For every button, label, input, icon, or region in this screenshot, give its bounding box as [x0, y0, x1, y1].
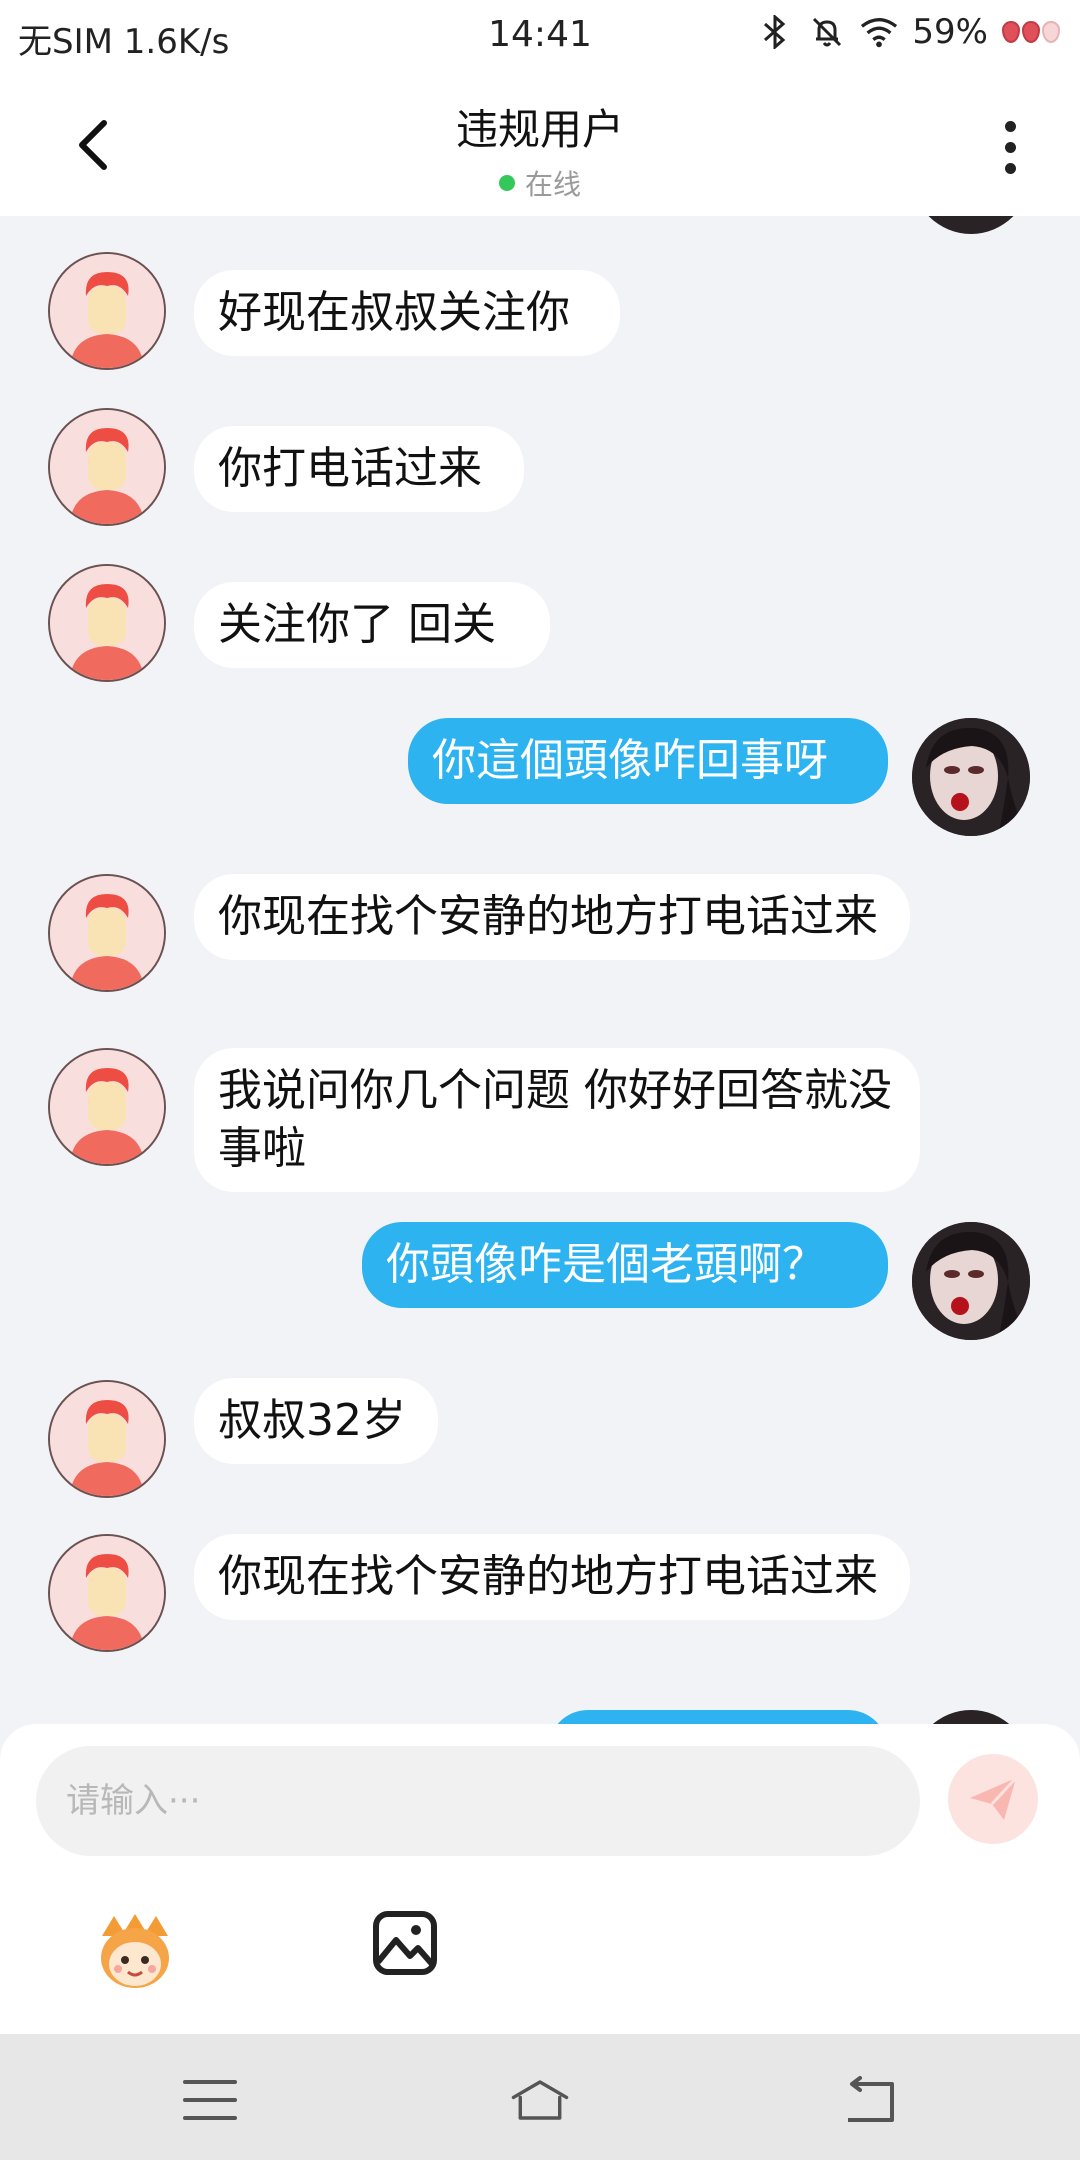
sender-avatar[interactable] — [48, 408, 166, 526]
mute-bell-icon — [808, 13, 846, 51]
system-nav-bar — [0, 2034, 1080, 2160]
menu-button[interactable] — [180, 2070, 240, 2130]
online-status: 在线 — [0, 163, 1080, 203]
message-bubble[interactable] — [548, 1710, 888, 1724]
message-bubble[interactable]: 叔叔32岁 — [194, 1378, 438, 1464]
online-dot-icon — [498, 175, 515, 191]
default-user-icon — [50, 1382, 164, 1496]
dot-icon — [1004, 141, 1016, 153]
sender-avatar[interactable] — [48, 564, 166, 682]
home-icon — [511, 2080, 569, 2120]
message-bubble[interactable]: 好现在叔叔关注你 — [194, 270, 620, 356]
sender-avatar[interactable] — [48, 1534, 166, 1652]
bluetooth-icon — [756, 13, 794, 51]
title-block: 违规用户 在线 — [0, 96, 1080, 203]
online-status-label: 在线 — [524, 168, 581, 201]
strawberry-icon — [1002, 21, 1060, 43]
image-icon — [373, 1911, 437, 1975]
default-user-icon — [50, 876, 164, 990]
sender-avatar[interactable] — [48, 874, 166, 992]
message-bubble[interactable]: 你打电话过来 — [194, 426, 524, 512]
profile-photo — [912, 1222, 1030, 1340]
back-icon — [848, 2076, 894, 2122]
emoji-mascot-icon — [101, 1914, 169, 1988]
message-bubble[interactable]: 我说问你几个问题 你好好回答就没事啦 — [194, 1048, 920, 1192]
composer — [0, 1724, 1080, 2034]
sender-avatar[interactable] — [48, 252, 166, 370]
send-button[interactable] — [948, 1754, 1038, 1844]
home-button[interactable] — [510, 2070, 570, 2130]
my-avatar[interactable] — [912, 718, 1030, 836]
message-bubble[interactable]: 你這個頭像咋回事呀 — [408, 718, 888, 804]
my-avatar[interactable] — [912, 1222, 1030, 1340]
chat-header: 违规用户 在线 — [0, 72, 1080, 216]
message-list[interactable]: 好现在叔叔关注你 你打电话过来 关注你了 回关 你這個頭像咋回事呀 你现在找个安… — [0, 216, 1080, 1724]
dot-icon — [1004, 120, 1016, 132]
message-bubble[interactable]: 你頭像咋是個老頭啊？ — [362, 1222, 888, 1308]
default-user-icon — [50, 566, 164, 680]
sender-avatar[interactable] — [48, 1048, 166, 1166]
message-bubble[interactable]: 关注你了 回关 — [194, 582, 550, 668]
default-user-icon — [50, 1050, 164, 1164]
status-bar: 无SIM 1.6K/s 14:41 59% — [0, 0, 1080, 72]
sender-avatar[interactable] — [48, 1380, 166, 1498]
partial-avatar — [912, 216, 1030, 234]
message-input-wrapper[interactable] — [36, 1746, 920, 1856]
status-right: 59% — [756, 12, 1060, 52]
more-options-button[interactable] — [980, 112, 1040, 182]
image-picker-button[interactable] — [370, 1908, 440, 1978]
wifi-icon — [860, 13, 898, 51]
contact-name: 违规用户 — [455, 105, 624, 154]
message-bubble[interactable]: 你现在找个安静的地方打电话过来 — [194, 874, 910, 960]
default-user-icon — [50, 410, 164, 524]
dot-icon — [1004, 162, 1016, 174]
emoji-button[interactable] — [90, 1906, 180, 1996]
menu-icon — [183, 2080, 237, 2120]
profile-photo — [912, 718, 1030, 836]
battery-percent: 59% — [912, 12, 988, 52]
default-user-icon — [50, 1536, 164, 1650]
message-bubble[interactable]: 你现在找个安静的地方打电话过来 — [194, 1534, 910, 1620]
send-icon — [970, 1776, 1018, 1820]
my-avatar[interactable] — [912, 1710, 1030, 1724]
back-nav-button[interactable] — [840, 2070, 900, 2130]
default-user-icon — [50, 254, 164, 368]
message-input[interactable] — [64, 1780, 892, 1822]
